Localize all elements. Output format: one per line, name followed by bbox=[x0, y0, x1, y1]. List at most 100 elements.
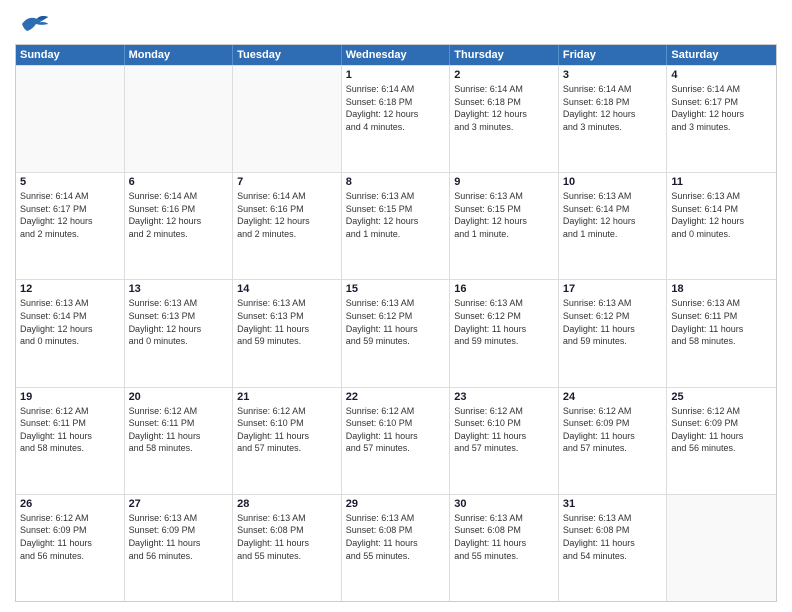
cal-cell-19: 19Sunrise: 6:12 AMSunset: 6:11 PMDayligh… bbox=[16, 388, 125, 494]
day-number: 28 bbox=[237, 498, 337, 510]
cal-header-day-sunday: Sunday bbox=[16, 45, 125, 65]
cal-cell-21: 21Sunrise: 6:12 AMSunset: 6:10 PMDayligh… bbox=[233, 388, 342, 494]
page: SundayMondayTuesdayWednesdayThursdayFrid… bbox=[0, 0, 792, 612]
cell-line: Daylight: 11 hours bbox=[454, 430, 554, 443]
day-number: 23 bbox=[454, 391, 554, 403]
cal-cell-empty-0-0 bbox=[16, 66, 125, 172]
cell-line: Sunrise: 6:12 AM bbox=[454, 405, 554, 418]
day-number: 3 bbox=[563, 69, 663, 81]
cell-line: and 3 minutes. bbox=[454, 121, 554, 134]
cal-cell-empty-0-1 bbox=[125, 66, 234, 172]
cell-line: Sunrise: 6:12 AM bbox=[129, 405, 229, 418]
cell-line: Sunset: 6:14 PM bbox=[671, 203, 772, 216]
cell-line: Daylight: 12 hours bbox=[454, 108, 554, 121]
cell-line: Sunrise: 6:12 AM bbox=[20, 512, 120, 525]
day-number: 27 bbox=[129, 498, 229, 510]
cell-line: Sunset: 6:08 PM bbox=[346, 524, 446, 537]
cal-cell-8: 8Sunrise: 6:13 AMSunset: 6:15 PMDaylight… bbox=[342, 173, 451, 279]
cal-week-1: 1Sunrise: 6:14 AMSunset: 6:18 PMDaylight… bbox=[16, 65, 776, 172]
cal-header-day-friday: Friday bbox=[559, 45, 668, 65]
cell-line: Daylight: 12 hours bbox=[346, 215, 446, 228]
cell-line: Sunrise: 6:13 AM bbox=[454, 512, 554, 525]
cell-line: Daylight: 11 hours bbox=[346, 430, 446, 443]
cell-line: Sunrise: 6:13 AM bbox=[563, 297, 663, 310]
cell-line: Sunrise: 6:13 AM bbox=[671, 297, 772, 310]
cal-cell-3: 3Sunrise: 6:14 AMSunset: 6:18 PMDaylight… bbox=[559, 66, 668, 172]
logo bbox=[15, 10, 54, 38]
cell-line: and 58 minutes. bbox=[671, 335, 772, 348]
day-number: 1 bbox=[346, 69, 446, 81]
day-number: 31 bbox=[563, 498, 663, 510]
cell-line: and 57 minutes. bbox=[454, 442, 554, 455]
cal-cell-10: 10Sunrise: 6:13 AMSunset: 6:14 PMDayligh… bbox=[559, 173, 668, 279]
cell-line: Sunrise: 6:12 AM bbox=[671, 405, 772, 418]
cell-line: and 54 minutes. bbox=[563, 550, 663, 563]
cal-cell-30: 30Sunrise: 6:13 AMSunset: 6:08 PMDayligh… bbox=[450, 495, 559, 601]
cell-line: Daylight: 11 hours bbox=[454, 323, 554, 336]
cell-line: Sunset: 6:10 PM bbox=[454, 417, 554, 430]
cell-line: and 55 minutes. bbox=[237, 550, 337, 563]
cell-line: and 58 minutes. bbox=[20, 442, 120, 455]
cal-cell-2: 2Sunrise: 6:14 AMSunset: 6:18 PMDaylight… bbox=[450, 66, 559, 172]
cal-cell-28: 28Sunrise: 6:13 AMSunset: 6:08 PMDayligh… bbox=[233, 495, 342, 601]
day-number: 12 bbox=[20, 283, 120, 295]
cal-cell-empty-0-2 bbox=[233, 66, 342, 172]
cal-cell-16: 16Sunrise: 6:13 AMSunset: 6:12 PMDayligh… bbox=[450, 280, 559, 386]
cell-line: Daylight: 11 hours bbox=[20, 537, 120, 550]
cal-cell-15: 15Sunrise: 6:13 AMSunset: 6:12 PMDayligh… bbox=[342, 280, 451, 386]
cell-line: Sunset: 6:15 PM bbox=[454, 203, 554, 216]
cell-line: and 1 minute. bbox=[563, 228, 663, 241]
cell-line: Daylight: 12 hours bbox=[237, 215, 337, 228]
cell-line: Sunset: 6:09 PM bbox=[563, 417, 663, 430]
day-number: 7 bbox=[237, 176, 337, 188]
cell-line: Sunrise: 6:13 AM bbox=[671, 190, 772, 203]
cal-cell-25: 25Sunrise: 6:12 AMSunset: 6:09 PMDayligh… bbox=[667, 388, 776, 494]
cell-line: Daylight: 11 hours bbox=[346, 537, 446, 550]
cell-line: and 0 minutes. bbox=[20, 335, 120, 348]
cal-header-day-thursday: Thursday bbox=[450, 45, 559, 65]
cell-line: Sunrise: 6:12 AM bbox=[20, 405, 120, 418]
cell-line: Sunset: 6:15 PM bbox=[346, 203, 446, 216]
cal-cell-13: 13Sunrise: 6:13 AMSunset: 6:13 PMDayligh… bbox=[125, 280, 234, 386]
cell-line: Sunrise: 6:14 AM bbox=[671, 83, 772, 96]
day-number: 5 bbox=[20, 176, 120, 188]
day-number: 29 bbox=[346, 498, 446, 510]
cal-cell-29: 29 Sunrise: 6:13 AMSunset: 6:08 PMDayligh… bbox=[342, 495, 451, 601]
cell-line: Daylight: 12 hours bbox=[671, 108, 772, 121]
cal-cell-11: 11Sunrise: 6:13 AMSunset: 6:14 PMDayligh… bbox=[667, 173, 776, 279]
day-number: 19 bbox=[20, 391, 120, 403]
cell-line: and 57 minutes. bbox=[346, 442, 446, 455]
cell-line: Daylight: 11 hours bbox=[563, 323, 663, 336]
cal-header-day-monday: Monday bbox=[125, 45, 234, 65]
cell-line: and 3 minutes. bbox=[563, 121, 663, 134]
cell-line: and 59 minutes. bbox=[563, 335, 663, 348]
cal-cell-6: 6Sunrise: 6:14 AMSunset: 6:16 PMDaylight… bbox=[125, 173, 234, 279]
cell-line: and 59 minutes. bbox=[237, 335, 337, 348]
cell-line: Sunrise: 6:13 AM bbox=[129, 297, 229, 310]
day-number: 11 bbox=[671, 176, 772, 188]
cal-cell-26: 26Sunrise: 6:12 AMSunset: 6:09 PMDayligh… bbox=[16, 495, 125, 601]
day-number: 6 bbox=[129, 176, 229, 188]
cell-line: Sunset: 6:10 PM bbox=[346, 417, 446, 430]
cell-line: Sunset: 6:17 PM bbox=[671, 96, 772, 109]
day-number: 16 bbox=[454, 283, 554, 295]
cell-line: Daylight: 11 hours bbox=[671, 430, 772, 443]
cell-line: Sunset: 6:12 PM bbox=[346, 310, 446, 323]
cell-line: Sunrise: 6:14 AM bbox=[237, 190, 337, 203]
cell-line: Sunset: 6:09 PM bbox=[20, 524, 120, 537]
cell-line: Daylight: 12 hours bbox=[346, 108, 446, 121]
cell-line: Sunrise: 6:12 AM bbox=[563, 405, 663, 418]
day-number: 20 bbox=[129, 391, 229, 403]
cell-line: Sunrise: 6:13 AM bbox=[346, 512, 446, 525]
cell-line: and 59 minutes. bbox=[454, 335, 554, 348]
cal-cell-17: 17Sunrise: 6:13 AMSunset: 6:12 PMDayligh… bbox=[559, 280, 668, 386]
cell-line: and 0 minutes. bbox=[129, 335, 229, 348]
cal-cell-7: 7Sunrise: 6:14 AMSunset: 6:16 PMDaylight… bbox=[233, 173, 342, 279]
day-number: 25 bbox=[671, 391, 772, 403]
cell-line: and 56 minutes. bbox=[129, 550, 229, 563]
cell-line: and 55 minutes. bbox=[346, 550, 446, 563]
cal-header-day-tuesday: Tuesday bbox=[233, 45, 342, 65]
cal-header-day-wednesday: Wednesday bbox=[342, 45, 451, 65]
cell-line: Sunrise: 6:14 AM bbox=[129, 190, 229, 203]
cell-line: and 2 minutes. bbox=[20, 228, 120, 241]
